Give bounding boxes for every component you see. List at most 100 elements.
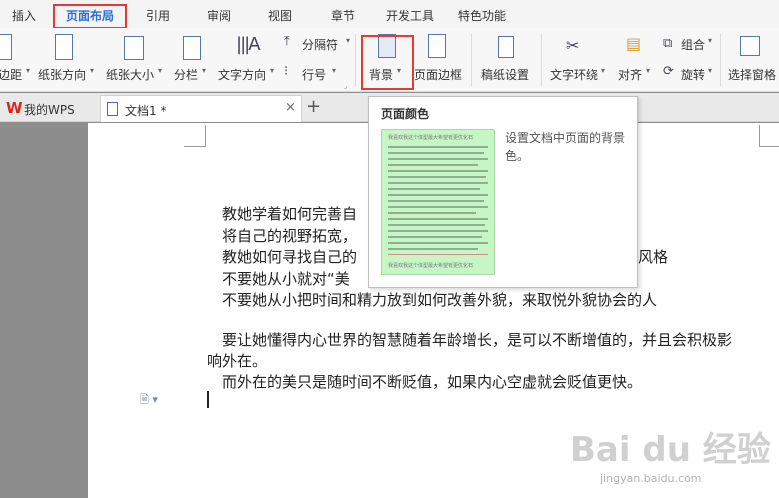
paper-size-dropdown-icon: ▾ [158, 66, 163, 75]
paper-size-button[interactable]: 纸张大小 [106, 66, 154, 83]
margin-corner-mark [184, 125, 206, 147]
text-wrap-icon: ✂ [566, 36, 580, 55]
rotate-icon: ⟳ [663, 64, 674, 79]
preview-line [388, 152, 484, 154]
columns-button[interactable]: 分栏 [174, 66, 198, 83]
preview-line [388, 236, 482, 238]
page-color-popup: 页面颜色 我喜欢我这个体型最大希望有更优化石 我喜欢我这个体型最大希望有更优化石… [368, 96, 638, 288]
preview-line [388, 158, 488, 160]
tab-chapter[interactable]: 章节 [331, 7, 355, 24]
dialog-launcher-icon[interactable]: ⌟ [344, 82, 347, 90]
document-icon [107, 102, 118, 116]
preview-line [388, 248, 478, 250]
preview-line [388, 164, 478, 166]
orientation-dropdown-icon: ▾ [90, 66, 95, 75]
grid-paper-button[interactable]: 稿纸设置 [481, 66, 529, 83]
preview-line [388, 182, 488, 184]
ribbon-divider [355, 34, 356, 86]
paragraph-marker-icon[interactable]: 🗎 ▾ [140, 391, 158, 410]
grid-paper-icon [498, 36, 514, 58]
highlight-box-page-layout [53, 4, 127, 29]
preview-line [388, 224, 485, 226]
text-direction-icon: |||A [236, 34, 260, 55]
ribbon-divider [720, 34, 721, 86]
text-direction-button[interactable]: 文字方向 [218, 66, 266, 83]
columns-icon [183, 36, 201, 60]
orientation-icon [55, 34, 73, 60]
document-text-line: 不要她从小把时间和精力放到如何改善外貌，来取悦外貌协会的人 [222, 291, 658, 309]
line-numbers-dropdown-icon: ▾ [332, 66, 337, 75]
margin-corner-mark [759, 125, 779, 147]
preview-line [388, 176, 486, 178]
group-dropdown-icon: ▾ [708, 36, 713, 45]
rotate-dropdown-icon: ▾ [708, 66, 713, 75]
preview-line [388, 200, 484, 202]
document-text-line: 而外在的美只是随时间不断贬值，如果内心空虚就会贬值更快。 [222, 373, 643, 391]
document-text-line: 教她如何寻找自己的 [222, 248, 358, 266]
document-tab-label: 文档1 * [125, 104, 167, 118]
popup-description: 设置文档中页面的背景色。 [505, 131, 626, 163]
tab-my-wps[interactable]: 我的WPS [24, 101, 75, 118]
orientation-button[interactable]: 纸张方向 [38, 66, 86, 83]
preview-line [388, 194, 488, 196]
baidu-watermark: Bai du 经验 jingyan.baidu.com [560, 414, 771, 494]
margins-icon [0, 34, 12, 60]
preview-line [388, 218, 488, 220]
group-icon: ⧉ [663, 36, 673, 51]
margins-dropdown-icon: ▾ [26, 66, 31, 75]
preview-line [388, 242, 488, 244]
document-text-line: 响外在。 [207, 352, 268, 370]
page-color-preview[interactable]: 我喜欢我这个体型最大希望有更优化石 我喜欢我这个体型最大希望有更优化石 [381, 129, 495, 275]
preview-line [388, 230, 488, 232]
wps-logo-icon: W [6, 99, 23, 117]
document-text-line: 教她学着如何完善自 [222, 205, 358, 223]
columns-dropdown-icon: ▾ [202, 66, 207, 75]
align-icon: ▤ [626, 34, 642, 53]
separator-button[interactable]: 分隔符 [302, 36, 338, 53]
watermark-brand: Bai du 经验 [570, 430, 771, 470]
document-text-line: 风格 [638, 248, 669, 266]
preview-line [388, 212, 476, 214]
tab-references[interactable]: 引用 [146, 7, 170, 24]
preview-divider [388, 254, 488, 255]
tab-insert[interactable]: 插入 [12, 7, 36, 24]
add-tab-button[interactable]: + [306, 96, 321, 117]
tab-special-features[interactable]: 特色功能 [458, 7, 506, 24]
text-wrap-button[interactable]: 文字环绕 [550, 66, 598, 83]
align-button[interactable]: 对齐 [618, 66, 642, 83]
popup-title: 页面颜色 [381, 107, 430, 121]
preview-line [388, 146, 488, 148]
tab-document-1[interactable]: 文档1 * × [100, 95, 302, 122]
margins-button[interactable]: 边距 [0, 66, 22, 83]
ribbon-divider [471, 34, 472, 86]
tab-review[interactable]: 审阅 [207, 7, 231, 24]
watermark-url: jingyan.baidu.com [600, 472, 702, 485]
line-numbers-button[interactable]: 行号 [302, 66, 326, 83]
ribbon-divider [541, 34, 542, 86]
group-button[interactable]: 组合 [681, 36, 705, 53]
text-cursor [207, 391, 209, 408]
highlight-box-background [361, 35, 414, 90]
rotate-button[interactable]: 旋转 [681, 66, 705, 83]
align-dropdown-icon: ▾ [646, 66, 651, 75]
document-text-line: 要让她懂得内心世界的智慧随着年龄增长，是可以不断增值的，并且会积极影 [222, 331, 733, 349]
line-numbers-icon: ⁝ [284, 64, 289, 79]
separator-icon: ⤒ [284, 34, 290, 49]
tab-developer[interactable]: 开发工具 [386, 7, 434, 24]
document-text-line: 将自己的视野拓宽， [222, 227, 358, 245]
page-border-icon [428, 34, 446, 58]
close-icon[interactable]: × [285, 100, 296, 115]
preview-line [388, 188, 480, 190]
separator-dropdown-icon: ▾ [346, 36, 351, 45]
tab-view[interactable]: 视图 [268, 7, 292, 24]
document-text-line: 不要她从小就对“美 [222, 270, 350, 288]
paper-size-icon [124, 36, 144, 60]
preview-line [388, 170, 488, 172]
preview-footer: 我喜欢我这个体型最大希望有更优化石 [388, 263, 474, 269]
selection-pane-button[interactable]: 选择窗格 [728, 66, 776, 83]
preview-heading: 我喜欢我这个体型最大希望有更优化石 [388, 135, 474, 141]
text-direction-dropdown-icon: ▾ [270, 66, 275, 75]
text-wrap-dropdown-icon: ▾ [601, 66, 606, 75]
page-border-button[interactable]: 页面边框 [414, 66, 462, 83]
preview-line [388, 206, 488, 208]
